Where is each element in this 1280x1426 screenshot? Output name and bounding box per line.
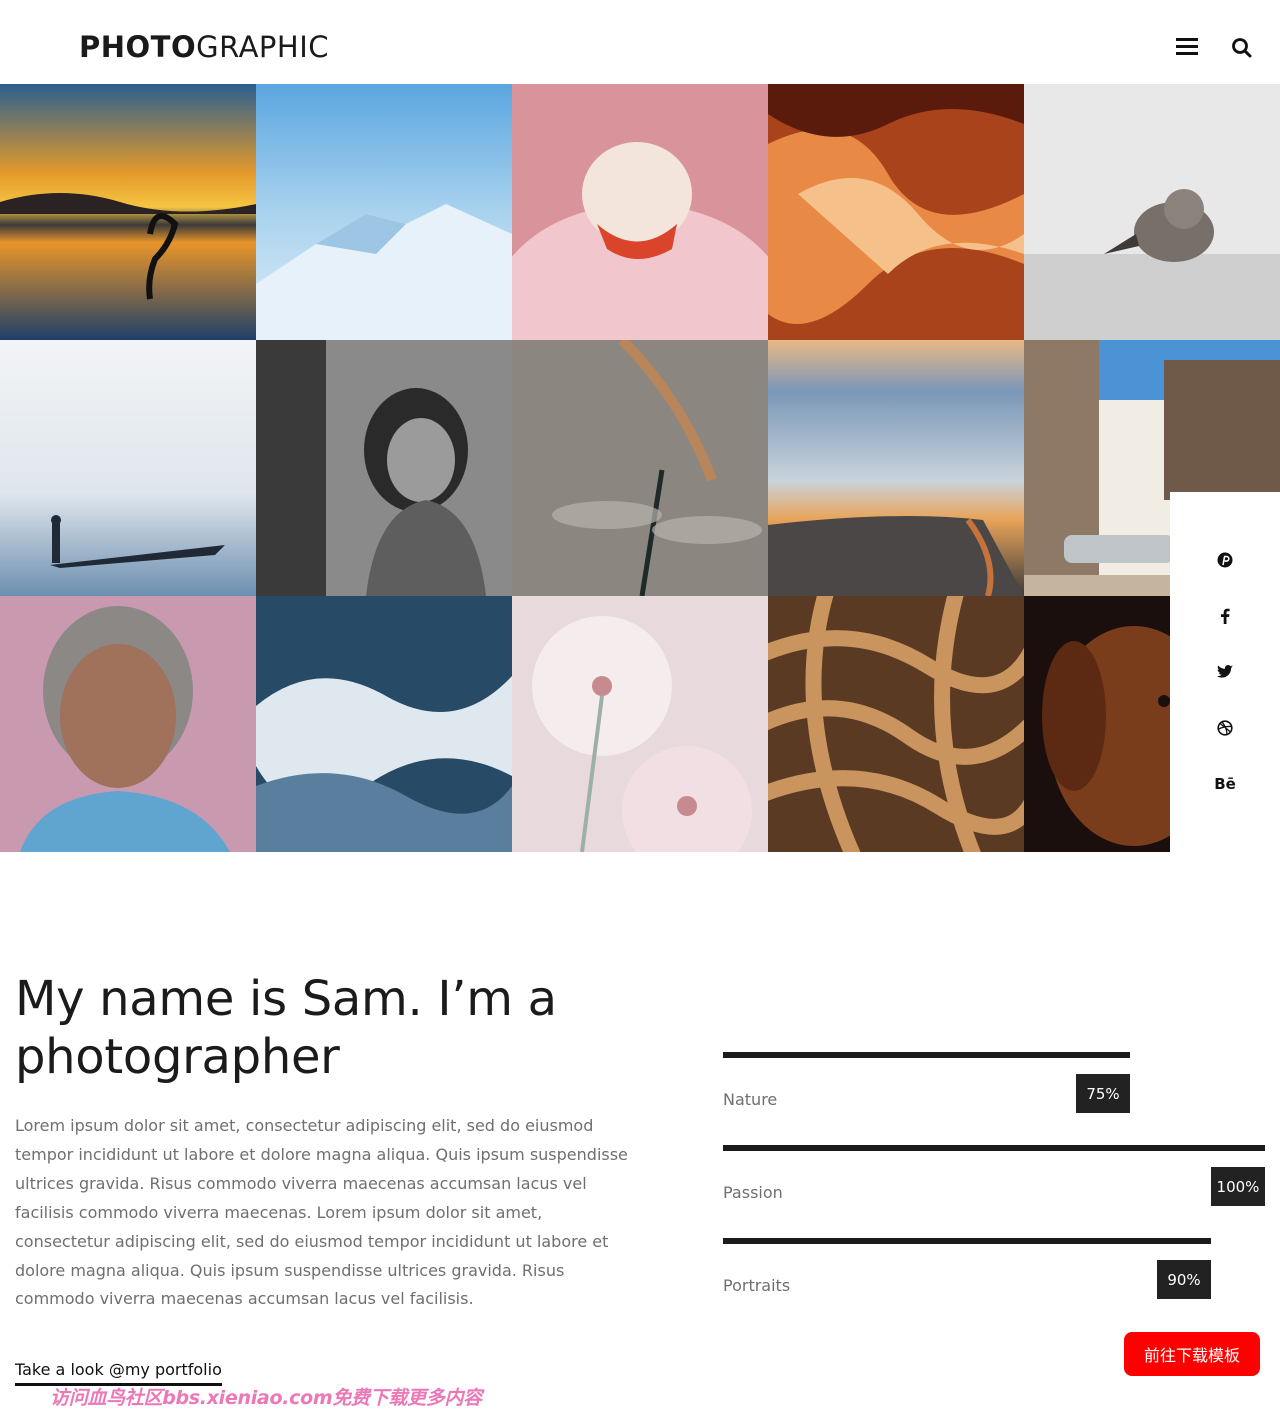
site-header: PHOTOGRAPHIC bbox=[0, 0, 1280, 84]
skill-nature: Nature 75% bbox=[723, 1052, 1265, 1132]
photo-tile[interactable] bbox=[0, 84, 256, 340]
skill-percent-badge: 90% bbox=[1157, 1260, 1211, 1299]
photo-tile[interactable] bbox=[0, 340, 256, 596]
photo-tile[interactable] bbox=[256, 340, 512, 596]
skill-label: Portraits bbox=[723, 1276, 791, 1295]
skill-percent-badge: 100% bbox=[1211, 1167, 1265, 1206]
about-title: My name is Sam. I’m a photographer bbox=[15, 971, 557, 1085]
facebook-icon[interactable] bbox=[1170, 601, 1280, 631]
photo-tile[interactable] bbox=[0, 596, 256, 852]
pinterest-icon[interactable] bbox=[1170, 545, 1280, 575]
photo-tile[interactable] bbox=[512, 340, 768, 596]
download-template-button[interactable]: 前往下载模板 bbox=[1124, 1332, 1260, 1376]
photo-tile[interactable] bbox=[256, 84, 512, 340]
photo-tile[interactable] bbox=[512, 84, 768, 340]
skill-bar bbox=[723, 1052, 1130, 1058]
watermark-text: 访问血鸟社区bbs.xieniao.com免费下载更多内容 bbox=[50, 1387, 482, 1409]
about-paragraph: Lorem ipsum dolor sit amet, consectetur … bbox=[15, 1116, 628, 1309]
skill-label: Passion bbox=[723, 1183, 783, 1202]
behance-glyph: Bē bbox=[1214, 775, 1236, 793]
twitter-icon[interactable] bbox=[1170, 657, 1280, 687]
skill-label: Nature bbox=[723, 1090, 778, 1109]
photo-tile[interactable] bbox=[768, 84, 1024, 340]
skill-bar bbox=[723, 1145, 1265, 1151]
photo-gallery bbox=[0, 84, 1280, 852]
skill-percent-badge: 75% bbox=[1076, 1074, 1130, 1113]
search-icon[interactable] bbox=[1230, 36, 1254, 60]
hamburger-menu-icon[interactable] bbox=[1176, 38, 1198, 56]
photo-tile[interactable] bbox=[512, 596, 768, 852]
photo-tile[interactable] bbox=[1024, 84, 1280, 340]
behance-icon[interactable]: Bē bbox=[1170, 769, 1280, 799]
skill-passion: Passion 100% bbox=[723, 1145, 1265, 1225]
photo-tile[interactable] bbox=[768, 596, 1024, 852]
dribbble-icon[interactable] bbox=[1170, 713, 1280, 743]
logo-bold-text: PHOTO bbox=[79, 30, 197, 64]
skill-bar bbox=[723, 1238, 1211, 1244]
skill-portraits: Portraits 90% bbox=[723, 1238, 1265, 1318]
photo-tile[interactable] bbox=[768, 340, 1024, 596]
photo-tile[interactable] bbox=[256, 596, 512, 852]
social-sidebar: Bē bbox=[1170, 492, 1280, 852]
site-logo[interactable]: PHOTOGRAPHIC bbox=[79, 28, 329, 66]
logo-light-text: GRAPHIC bbox=[196, 30, 330, 64]
